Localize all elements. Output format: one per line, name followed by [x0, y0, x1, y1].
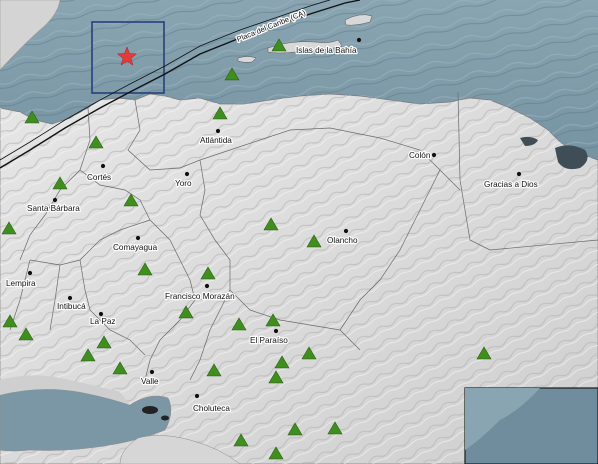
city-dot [67, 295, 73, 301]
map-root: Placa del Caribe (CA) Islas de la Bahía A… [0, 0, 598, 464]
map: Placa del Caribe (CA) Islas de la BahíaA… [0, 0, 598, 464]
city-dot [184, 171, 190, 177]
place-label: Cortés [87, 173, 111, 182]
place-label: El Paraíso [250, 336, 288, 345]
place-label: Intibucá [57, 302, 86, 311]
city-dot [343, 228, 349, 234]
city-dot [135, 235, 141, 241]
place-label: La Paz [90, 317, 116, 326]
place-label: Colón [409, 151, 431, 160]
place-label: Valle [141, 377, 159, 386]
city-dot [98, 311, 104, 317]
place-label: Islas de la Bahía [296, 46, 357, 55]
place-label: Lempira [6, 279, 36, 288]
place-label: Santa Bárbara [27, 204, 80, 213]
city-dot [431, 152, 437, 158]
city-dot [52, 197, 58, 203]
city-dot [194, 393, 200, 399]
city-dot [100, 163, 106, 169]
city-dot [215, 128, 221, 134]
city-dot [27, 270, 33, 276]
gulf-island [142, 406, 158, 414]
city-dot [273, 328, 279, 334]
place-label: Comayagua [113, 243, 158, 252]
place-label: Choluteca [193, 404, 230, 413]
place-label: Olancho [327, 236, 358, 245]
city-dot [149, 369, 155, 375]
city-dot [516, 171, 522, 177]
place-label: Gracias a Dios [484, 180, 538, 189]
gulf-island [161, 415, 169, 421]
city-dot [204, 283, 210, 289]
place-label: Atlántida [200, 136, 232, 145]
place-label: Yoro [175, 179, 192, 188]
city-dot [356, 37, 362, 43]
place-label: Francisco Morazán [165, 292, 235, 301]
